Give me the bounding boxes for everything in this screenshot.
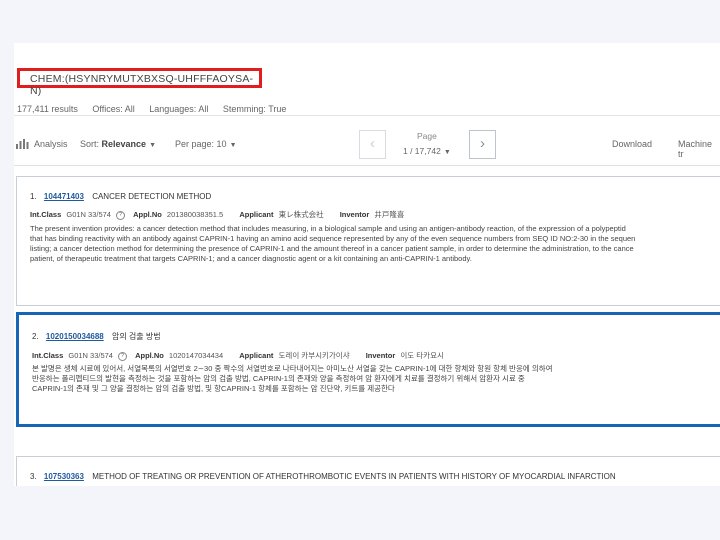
inventor-value: 이도 타카요시 bbox=[400, 351, 444, 360]
appl-no-label: Appl.No bbox=[135, 351, 164, 360]
int-class-label: Int.Class bbox=[32, 351, 64, 360]
results-toolbar: Analysis Sort: Relevance ▼ Per page: 10 ▼ … bbox=[14, 123, 720, 165]
result-card[interactable]: 3. 107530363 METHOD OF TREATING OR PREVE… bbox=[16, 456, 720, 486]
divider bbox=[14, 115, 720, 116]
abstract-line: CAPRIN-1의 존재 및 그 양을 결정하는 암의 검출 방법, 및 항CA… bbox=[32, 384, 395, 393]
int-class-label: Int.Class bbox=[30, 210, 62, 219]
info-icon[interactable]: ? bbox=[117, 352, 127, 361]
page-value: 1 / 17,742 bbox=[403, 146, 441, 156]
chevron-down-icon: ▼ bbox=[229, 142, 237, 149]
appl-no-value: 1020147034434 bbox=[168, 351, 224, 360]
appl-no-label: Appl.No bbox=[133, 210, 162, 219]
result-title-row: 1. 104471403 CANCER DETECTION METHOD bbox=[30, 192, 211, 201]
publication-number-link[interactable]: 107530363 bbox=[44, 472, 84, 481]
result-title: CANCER DETECTION METHOD bbox=[92, 192, 212, 201]
applicant-label: Applicant bbox=[239, 351, 274, 360]
abstract-line: that has binding reactivity with an anti… bbox=[30, 234, 636, 243]
result-title: 암의 검출 방법 bbox=[111, 332, 161, 341]
result-abstract: The present invention provides: a cancer… bbox=[30, 224, 635, 264]
results-count: 177,411 results bbox=[17, 104, 78, 114]
result-index: 3. bbox=[30, 472, 37, 481]
info-icon[interactable]: ? bbox=[115, 211, 125, 220]
abstract-line: 반응하는 폴리펩티드의 발현을 측정하는 것을 포함하는 암의 검출 방법, C… bbox=[32, 374, 525, 383]
page-selector[interactable]: 1 / 17,742 ▼ bbox=[403, 146, 451, 156]
machine-translation-button[interactable]: Machine tr bbox=[678, 139, 720, 159]
int-class-value: G01N 33/574 bbox=[66, 210, 111, 219]
chevron-down-icon: ▼ bbox=[149, 142, 156, 149]
result-meta: Int.Class G01N 33/574? Appl.No 201380038… bbox=[30, 209, 404, 220]
analysis-button[interactable]: Analysis bbox=[34, 139, 68, 149]
abstract-line: patient, of therapeutic treatment that t… bbox=[30, 254, 472, 263]
per-page-value: 10 bbox=[216, 139, 227, 149]
result-index: 2. bbox=[32, 332, 39, 341]
filter-offices[interactable]: Offices: All bbox=[92, 104, 134, 114]
download-button[interactable]: Download bbox=[612, 139, 652, 149]
result-title-row: 3. 107530363 METHOD OF TREATING OR PREVE… bbox=[30, 472, 616, 481]
chevron-down-icon: ▼ bbox=[443, 149, 451, 156]
appl-no-value: 201380038351.5 bbox=[166, 210, 224, 219]
inventor-label: Inventor bbox=[339, 210, 370, 219]
inventor-value: 井戸隆喜 bbox=[374, 210, 405, 219]
result-title: METHOD OF TREATING OR PREVENTION OF ATHE… bbox=[92, 472, 616, 481]
result-title-row: 2. 1020150034688 암의 검출 방법 bbox=[32, 331, 161, 342]
applicant-value: 도레이 카부시키가이샤 bbox=[278, 351, 350, 360]
sort-dropdown[interactable]: Sort: Relevance ▼ bbox=[80, 139, 156, 149]
sort-label: Sort: bbox=[80, 139, 100, 149]
abstract-line: 본 발명은 생체 시료에 있어서, 서열목록의 서열번호 2∼30 중 짝수의 … bbox=[32, 364, 553, 373]
chevron-left-icon: ‹ bbox=[370, 135, 375, 152]
page-label: Page bbox=[417, 131, 437, 141]
query-input[interactable]: CHEM:(HSYNRYMUTXBXSQ-UHFFFAOYSA-N) bbox=[17, 68, 262, 97]
filter-summary: 177,411 results Offices: All Languages: … bbox=[17, 104, 298, 114]
result-card-selected[interactable]: 2. 1020150034688 암의 검출 방법 Int.Class G01N… bbox=[16, 312, 720, 427]
query-text: CHEM:(HSYNRYMUTXBXSQ-UHFFFAOYSA-N) bbox=[30, 73, 254, 97]
per-page-label: Per page: bbox=[175, 139, 215, 149]
result-index: 1. bbox=[30, 192, 37, 201]
search-results-screen: CHEM:(HSYNRYMUTXBXSQ-UHFFFAOYSA-N) 177,4… bbox=[14, 43, 720, 486]
abstract-line: The present invention provides: a cancer… bbox=[30, 224, 626, 233]
result-meta: Int.Class G01N 33/574? Appl.No 102014703… bbox=[32, 350, 444, 361]
sort-value: Relevance bbox=[101, 139, 147, 149]
next-page-button[interactable]: › bbox=[469, 130, 496, 159]
chevron-right-icon: › bbox=[480, 135, 485, 152]
publication-number-link[interactable]: 104471403 bbox=[44, 192, 84, 201]
applicant-label: Applicant bbox=[239, 210, 274, 219]
int-class-value: G01N 33/574 bbox=[68, 351, 113, 360]
inventor-label: Inventor bbox=[365, 351, 396, 360]
filter-stemming[interactable]: Stemming: True bbox=[223, 104, 287, 114]
abstract-line: listing; a cancer detection method for d… bbox=[30, 244, 634, 253]
per-page-dropdown[interactable]: Per page: 10 ▼ bbox=[175, 139, 237, 149]
result-card[interactable]: 1. 104471403 CANCER DETECTION METHOD Int… bbox=[16, 176, 720, 306]
divider bbox=[14, 165, 720, 166]
analysis-icon[interactable] bbox=[15, 138, 30, 150]
publication-number-link[interactable]: 1020150034688 bbox=[46, 332, 104, 341]
applicant-value: 東レ株式会社 bbox=[278, 210, 324, 219]
previous-page-button[interactable]: ‹ bbox=[359, 130, 386, 159]
filter-languages[interactable]: Languages: All bbox=[149, 104, 208, 114]
result-abstract: 본 발명은 생체 시료에 있어서, 서열목록의 서열번호 2∼30 중 짝수의 … bbox=[32, 364, 553, 394]
